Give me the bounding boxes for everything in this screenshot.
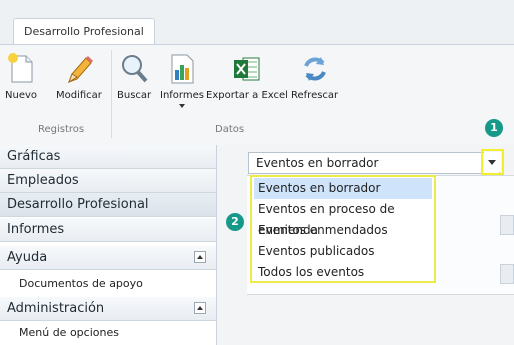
- export-excel-button[interactable]: Exportar a Excel: [206, 52, 288, 101]
- sidebar-item-graficas[interactable]: Gráficas: [0, 145, 216, 169]
- search-button[interactable]: Buscar: [117, 52, 151, 101]
- ribbon: Desarrollo Profesional Nuevo Modificar B…: [0, 0, 514, 146]
- event-filter-dropdown: Eventos en borrador Eventos en proceso d…: [250, 175, 436, 283]
- group-label-datos: Datos: [215, 124, 245, 135]
- edit-button[interactable]: Modificar: [56, 52, 102, 101]
- report-chart-icon: [166, 52, 198, 86]
- group-label-registros: Registros: [38, 124, 85, 135]
- reports-button[interactable]: Informes: [160, 52, 204, 109]
- scroll-side-button[interactable]: [500, 264, 514, 284]
- dropdown-arrow-button[interactable]: [481, 149, 504, 175]
- collapse-administracion-button[interactable]: [194, 302, 206, 314]
- sidebar: Gráficas Empleados Desarrollo Profesiona…: [0, 145, 217, 345]
- refresh-icon: [299, 52, 331, 86]
- new-button[interactable]: Nuevo: [5, 52, 37, 101]
- refresh-button[interactable]: Refrescar: [291, 52, 338, 101]
- sidebar-item-empleados[interactable]: Empleados: [0, 169, 216, 193]
- step-badge-2: 2: [226, 213, 244, 231]
- chevron-down-icon: [178, 104, 185, 108]
- dropdown-option[interactable]: Eventos enmendados: [254, 220, 432, 241]
- collapse-ayuda-button[interactable]: [194, 251, 206, 263]
- sidebar-item-informes[interactable]: Informes: [0, 218, 216, 242]
- step-badge-1: 1: [485, 119, 503, 137]
- pencil-icon: [63, 52, 95, 86]
- sidebar-item-ayuda[interactable]: Ayuda: [0, 246, 216, 270]
- excel-icon: [231, 52, 263, 86]
- dropdown-option[interactable]: Eventos publicados: [254, 241, 432, 262]
- filter-side-button[interactable]: [500, 215, 514, 235]
- sidebar-subitem-menu-opciones[interactable]: Menú de opciones: [0, 321, 216, 345]
- dropdown-option[interactable]: Eventos en proceso de enmienda: [254, 199, 432, 237]
- sidebar-subitem-documentos[interactable]: Documentos de apoyo: [0, 272, 216, 296]
- sidebar-item-administracion[interactable]: Administración: [0, 297, 216, 321]
- dropdown-option[interactable]: Eventos en borrador: [254, 178, 432, 199]
- sidebar-item-desarrollo-profesional[interactable]: Desarrollo Profesional: [0, 193, 216, 217]
- ribbon-tab-strip: Desarrollo Profesional: [0, 0, 514, 45]
- tab-desarrollo-profesional[interactable]: Desarrollo Profesional: [13, 18, 155, 44]
- new-document-icon: [5, 52, 37, 86]
- dropdown-option[interactable]: Todos los eventos: [254, 262, 432, 283]
- magnifier-icon: [118, 52, 150, 86]
- group-separator: [111, 50, 112, 138]
- event-filter-select[interactable]: Eventos en borrador: [248, 152, 500, 174]
